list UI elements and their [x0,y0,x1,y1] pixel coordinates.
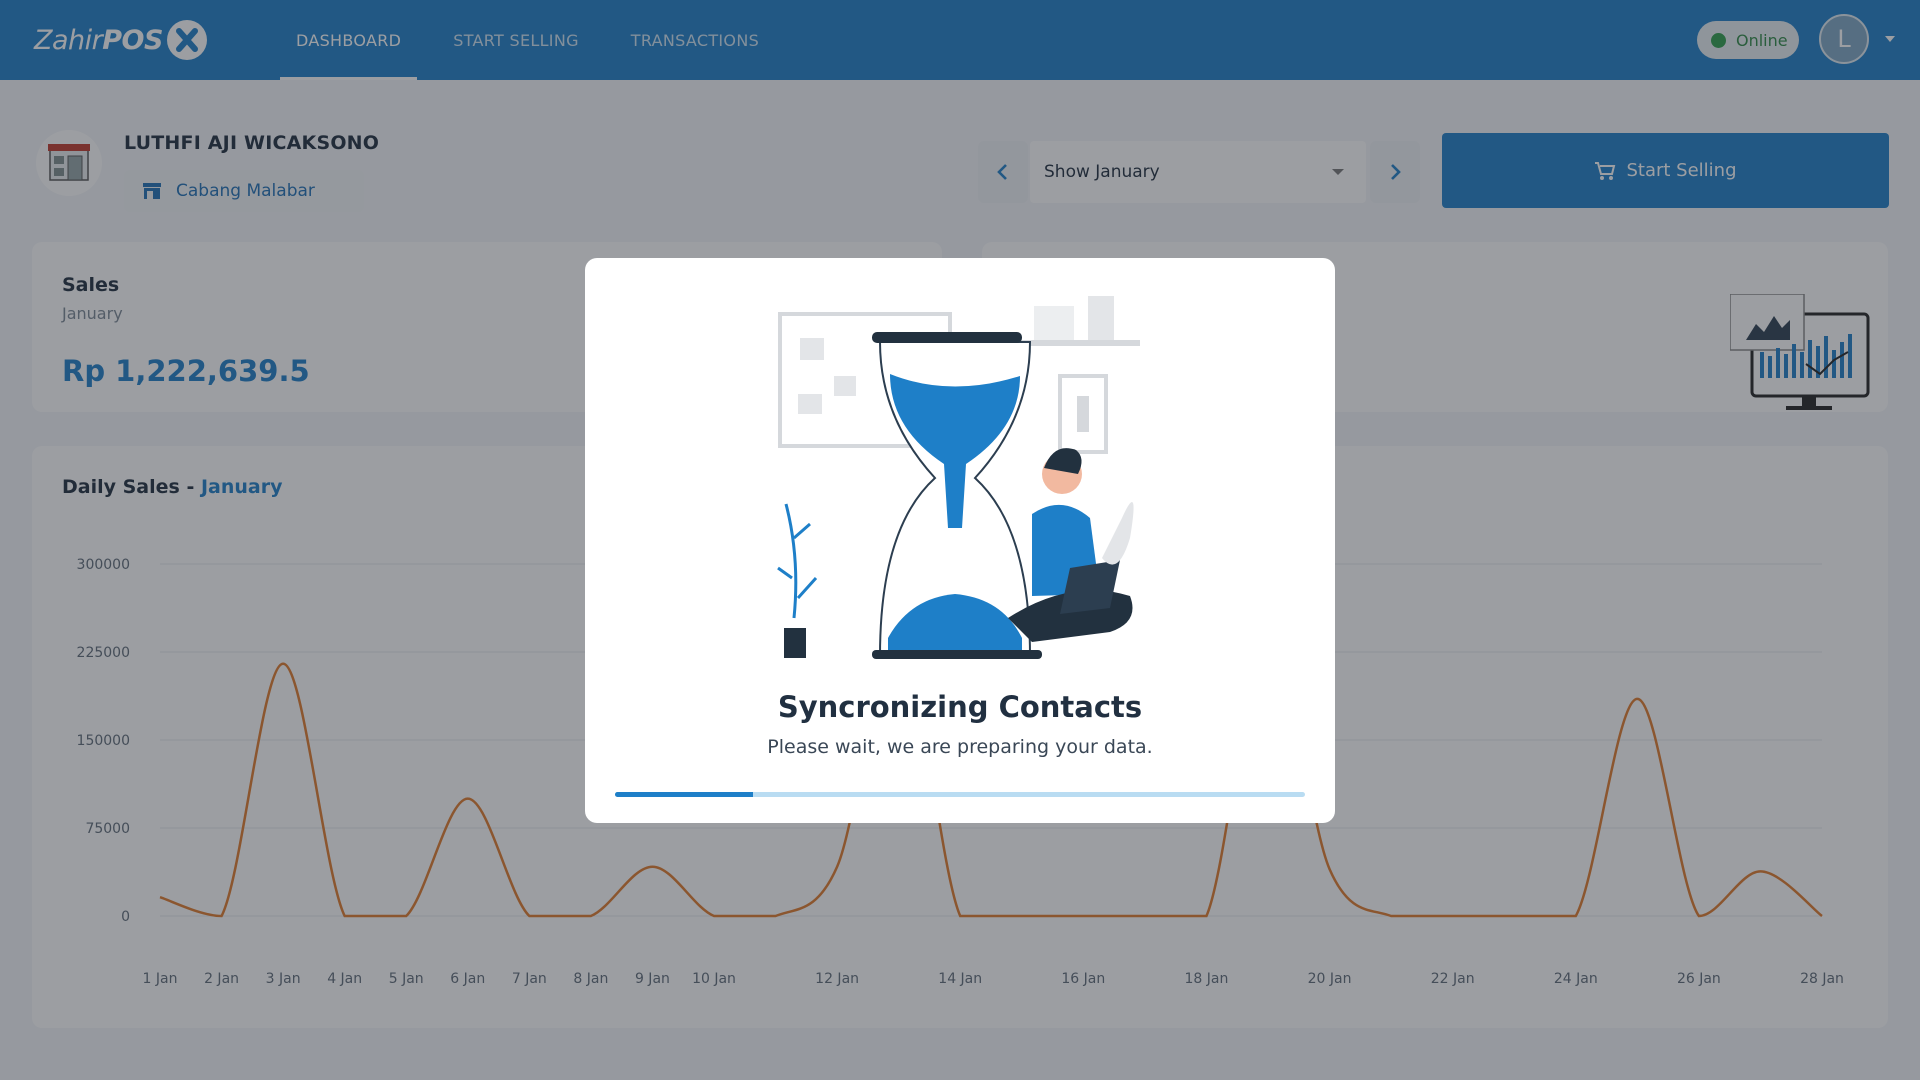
sync-progress-bar [615,792,1305,797]
sync-modal: Syncronizing Contacts Please wait, we ar… [585,258,1335,823]
modal-description: Please wait, we are preparing your data. [767,736,1153,758]
sync-progress-fill [615,792,753,797]
hourglass-waiting-illustration [777,296,1140,659]
modal-title: Syncronizing Contacts [777,690,1143,724]
